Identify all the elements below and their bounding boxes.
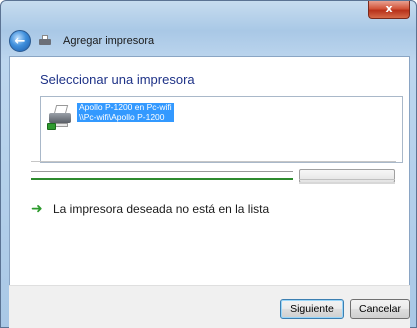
stop-search-button[interactable] — [299, 169, 395, 183]
printer-not-listed-text: La impresora deseada no está en la lista — [53, 202, 270, 216]
next-button[interactable]: Siguiente — [280, 299, 344, 319]
divider — [31, 161, 396, 162]
search-progress-track — [31, 171, 293, 175]
green-arrow-icon: ➜ — [31, 201, 43, 217]
divider — [299, 182, 395, 184]
cancel-button[interactable]: Cancelar — [350, 299, 410, 319]
printer-list[interactable]: Apollo P-1200 en Pc-wifi \\Pc-wifi\Apoll… — [40, 96, 403, 163]
back-arrow-icon: ← — [14, 33, 26, 49]
back-button[interactable]: ← — [9, 30, 31, 52]
wizard-title: Agregar impresora — [63, 35, 155, 47]
search-progress-bar — [31, 178, 293, 180]
printer-name-label: Apollo P-1200 en Pc-wifi \\Pc-wifi\Apoll… — [77, 102, 174, 122]
add-printer-window: x ← Agregar impresora Seleccionar una im… — [0, 0, 417, 328]
printer-not-listed-link[interactable]: ➜ La impresora deseada no está en la lis… — [31, 201, 269, 217]
divider — [299, 179, 395, 180]
close-button[interactable]: x — [368, 1, 410, 19]
list-item[interactable]: Apollo P-1200 en Pc-wifi \\Pc-wifi\Apoll… — [47, 102, 174, 131]
printer-icon — [39, 35, 51, 47]
page-title: Seleccionar una impresora — [40, 72, 195, 87]
wizard-header: ← Agregar impresora — [9, 29, 389, 53]
printer-name-line2: \\Pc-wifi\Apollo P-1200 — [79, 111, 165, 122]
title-bar: x — [1, 1, 416, 27]
network-printer-icon — [47, 105, 73, 131]
wizard-footer: Siguiente Cancelar — [9, 285, 410, 328]
